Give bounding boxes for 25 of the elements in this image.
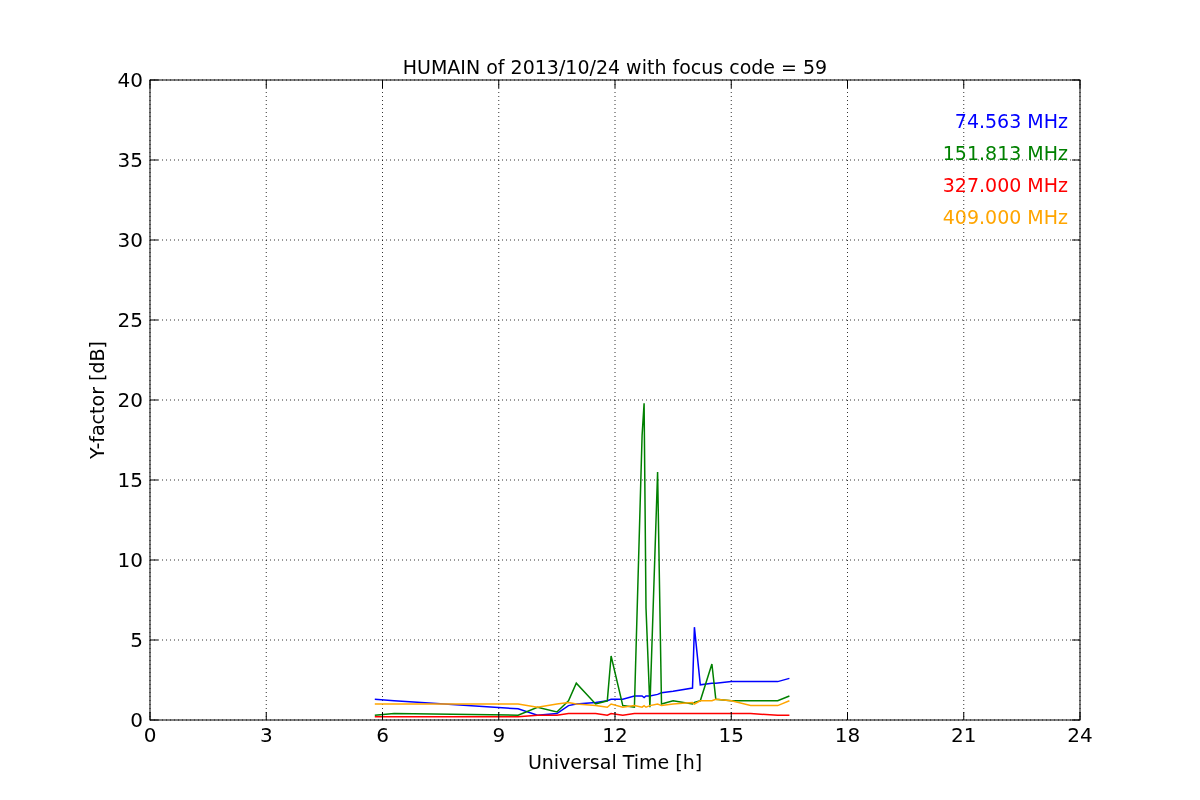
chart-title: HUMAIN of 2013/10/24 with focus code = 59: [402, 56, 828, 78]
x-axis-label: Universal Time [h]: [527, 751, 703, 773]
x-tick-label: 15: [718, 723, 744, 747]
x-tick-label: 9: [492, 723, 506, 747]
x-tick-label: 12: [602, 723, 628, 747]
legend-label: 74.563 MHz: [954, 110, 1068, 132]
x-tick-label: 6: [376, 723, 389, 747]
y-tick-label: 30: [117, 228, 143, 252]
y-tick-label: 15: [117, 468, 143, 492]
y-tick-label: 25: [117, 308, 143, 332]
x-tick-label: 0: [143, 723, 157, 747]
x-tick-label: 18: [834, 723, 861, 747]
legend-label: 327.000 MHz: [942, 174, 1068, 196]
legend-label: 151.813 MHz: [942, 142, 1068, 164]
y-tick-label: 0: [130, 708, 143, 732]
x-tick-label: 21: [951, 723, 977, 747]
y-axis-label: Y-factor [dB]: [86, 341, 108, 459]
x-tick-label: 24: [1067, 723, 1093, 747]
y-tick-label: 40: [117, 68, 143, 92]
y-tick-label: 10: [117, 548, 143, 572]
legend-label: 409.000 MHz: [942, 206, 1068, 228]
y-tick-label: 20: [117, 388, 143, 412]
y-tick-label: 35: [117, 148, 143, 172]
y-tick-label: 5: [130, 628, 143, 652]
x-tick-label: 3: [259, 723, 273, 747]
